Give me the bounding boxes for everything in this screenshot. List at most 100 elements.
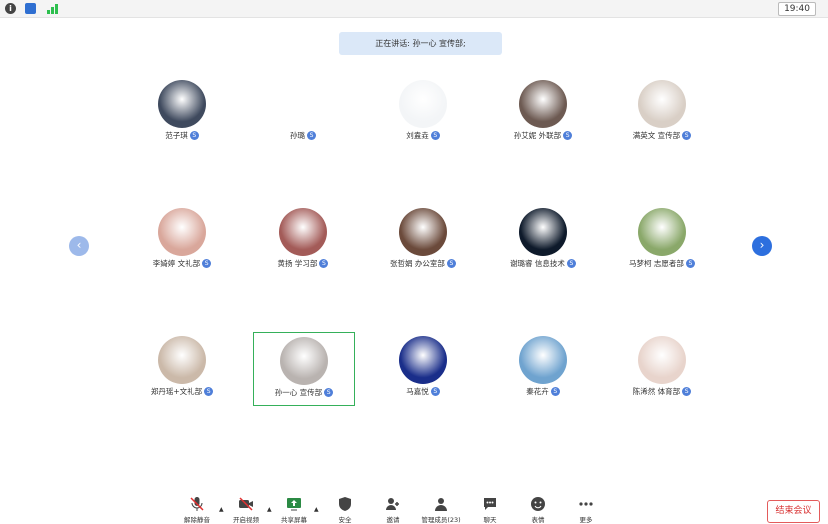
participant-name-row: 张哲娟 办公室部 S — [353, 258, 493, 269]
participant-name: 马梦柯 志愿者部 — [629, 259, 684, 268]
invite-icon — [386, 498, 399, 510]
avatar — [399, 80, 447, 128]
participant-name: 范子琪 — [165, 131, 188, 140]
shield-icon — [339, 497, 351, 511]
security-label: 安全 — [338, 516, 352, 524]
participant-badge-icon: S — [550, 387, 560, 396]
share-screen-icon — [287, 498, 301, 511]
meeting-toolbar: 解除静音 ▲ 开启视频 ▲ 共享屏幕 ▲ 安全 邀请 管理成员(23) 聊天 表… — [0, 494, 828, 524]
emoji-icon — [531, 497, 545, 511]
avatar — [399, 336, 447, 384]
audio-options-caret[interactable]: ▲ — [219, 506, 224, 513]
participant-name-row: 马嘉悦 S — [353, 386, 493, 397]
reactions-button[interactable]: 表情 — [516, 494, 560, 524]
participant-name: 孙一心 宣传部 — [274, 388, 323, 397]
video-options-caret[interactable]: ▲ — [267, 506, 272, 513]
share-screen-label: 共享屏幕 — [281, 516, 307, 524]
participant-tile-active[interactable]: 孙一心 宣传部 S — [253, 332, 355, 406]
participant-badge-icon: S — [430, 387, 440, 396]
avatar — [519, 336, 567, 384]
participant-name-row: 李婍婷 文礼部 S — [112, 258, 252, 269]
participant-name-row: 陈浠然 体育部 S — [592, 386, 732, 397]
participant-tile[interactable]: 满英文 宣传部 S — [612, 76, 712, 148]
participant-tile[interactable]: 陈浠然 体育部 S — [612, 332, 712, 404]
participant-tile[interactable]: 黄扬 学习部 S — [253, 204, 353, 276]
participant-name: 谢璐睿 信息技术 — [510, 259, 565, 268]
participant-badge-icon: S — [563, 131, 573, 140]
participant-name: 孙艾妮 外联部 — [513, 131, 562, 140]
avatar — [519, 80, 567, 128]
end-meeting-button[interactable]: 结束会议 — [767, 500, 820, 523]
start-video-button[interactable]: 开启视频 — [224, 494, 268, 524]
participant-name-row: 范子琪 S — [112, 130, 252, 141]
chevron-right-icon: › — [759, 238, 765, 252]
participant-name: 满英文 宣传部 — [632, 131, 681, 140]
participant-tile[interactable]: 秦花卉 S — [493, 332, 593, 404]
avatar — [638, 80, 686, 128]
share-screen-button[interactable]: 共享屏幕 — [272, 494, 316, 524]
more-button[interactable]: 更多 — [564, 494, 608, 524]
participant-badge-icon: S — [204, 387, 214, 396]
participant-grid: 范子琪 S 孙璐 S 刘盍垚 S 孙艾妮 外联部 S 满英文 宣传部 S 李婍婷 文礼部 S 黄扬 学习… — [0, 0, 828, 420]
invite-label: 邀请 — [386, 516, 400, 524]
chat-icon — [484, 498, 496, 510]
participant-name-row: 刘盍垚 S — [353, 130, 493, 141]
chat-button[interactable]: 聊天 — [468, 494, 512, 524]
manage-members-button[interactable]: 管理成员(23) — [419, 494, 463, 524]
participant-name: 李婍婷 文礼部 — [152, 259, 201, 268]
security-button[interactable]: 安全 — [323, 494, 367, 524]
share-options-caret[interactable]: ▲ — [314, 506, 319, 513]
avatar — [519, 208, 567, 256]
participant-tile[interactable]: 马嘉悦 S — [373, 332, 473, 404]
participant-badge-icon: S — [189, 131, 199, 140]
unmute-button[interactable]: 解除静音 — [175, 494, 219, 524]
participant-tile[interactable]: 谢璐睿 信息技术 S — [493, 204, 593, 276]
participant-name-row: 马梦柯 志愿者部 S — [592, 258, 732, 269]
start-video-label: 开启视频 — [233, 516, 259, 524]
participant-name: 郑丹瑶+文礼部 — [150, 387, 203, 396]
participant-name-row: 黄扬 学习部 S — [233, 258, 373, 269]
participant-name: 陈浠然 体育部 — [632, 387, 681, 396]
avatar — [638, 336, 686, 384]
participant-tile[interactable]: 孙璐 S — [253, 76, 353, 148]
chevron-left-icon: ‹ — [76, 238, 82, 252]
participant-tile[interactable]: 孙艾妮 外联部 S — [493, 76, 593, 148]
participant-name: 黄扬 学习部 — [277, 259, 318, 268]
participant-tile[interactable]: 郑丹瑶+文礼部 S — [132, 332, 232, 404]
previous-page-button[interactable]: ‹ — [69, 236, 89, 256]
next-page-button[interactable]: › — [752, 236, 772, 256]
participant-name: 刘盍垚 — [406, 131, 429, 140]
participant-badge-icon: S — [319, 259, 329, 268]
participant-badge-icon: S — [307, 131, 316, 140]
participant-tile[interactable]: 李婍婷 文礼部 S — [132, 204, 232, 276]
participant-badge-icon: S — [685, 259, 695, 268]
participant-tile[interactable]: 范子琪 S — [132, 76, 232, 148]
participant-name: 马嘉悦 — [406, 387, 429, 396]
participant-badge-icon: S — [682, 131, 692, 140]
avatar — [279, 208, 327, 256]
participant-badge-icon: S — [202, 259, 212, 268]
avatar — [638, 208, 686, 256]
participant-badge-icon: S — [682, 387, 692, 396]
mic-muted-icon — [190, 497, 204, 511]
reactions-label: 表情 — [531, 516, 545, 524]
participant-badge-icon: S — [446, 259, 456, 268]
avatar — [158, 80, 206, 128]
avatar — [158, 208, 206, 256]
participant-badge-icon: S — [430, 131, 440, 140]
avatar — [280, 337, 328, 385]
participant-tile[interactable]: 马梦柯 志愿者部 S — [612, 204, 712, 276]
video-off-icon — [239, 497, 253, 511]
more-label: 更多 — [579, 516, 593, 524]
chat-label: 聊天 — [483, 516, 497, 524]
unmute-label: 解除静音 — [184, 516, 210, 524]
participant-tile[interactable]: 刘盍垚 S — [373, 76, 473, 148]
participant-tile[interactable]: 张哲娟 办公室部 S — [373, 204, 473, 276]
participant-name-row: 孙璐 S — [233, 130, 373, 141]
participant-name: 孙璐 — [290, 131, 305, 140]
participant-badge-icon: S — [324, 388, 334, 397]
more-icon — [579, 502, 593, 506]
invite-button[interactable]: 邀请 — [371, 494, 415, 524]
manage-members-label: 管理成员(23) — [421, 516, 461, 524]
avatar — [158, 336, 206, 384]
